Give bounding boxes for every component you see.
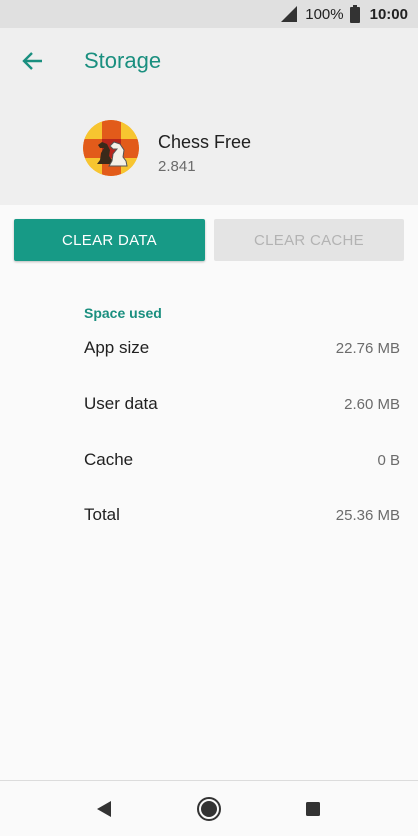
storage-screen: 100% 10:00 Storage Chess Free 2.841 CLEA…: [0, 0, 418, 836]
row-label: Cache: [84, 450, 134, 469]
row-value: 22.76 MB: [335, 339, 400, 357]
page-title: Storage: [84, 48, 162, 73]
home-circle-icon: [197, 797, 221, 821]
battery-percent: 100%: [305, 5, 344, 23]
signal-icon: [281, 6, 298, 22]
recents-square-icon: [306, 802, 320, 816]
storage-row-total: Total 25.36 MB: [84, 500, 400, 530]
space-used-label: Space used: [84, 305, 162, 321]
clear-cache-button[interactable]: CLEAR CACHE: [214, 219, 404, 261]
app-version: 2.841: [158, 158, 196, 175]
back-triangle-icon: [97, 801, 111, 817]
row-label: App size: [84, 338, 150, 357]
clear-data-button[interactable]: CLEAR DATA: [14, 219, 205, 261]
nav-back-button[interactable]: [90, 795, 118, 823]
storage-row-app-size: App size 22.76 MB: [84, 333, 400, 363]
storage-row-cache: Cache 0 B: [84, 445, 400, 475]
row-value: 2.60 MB: [344, 395, 400, 413]
battery-icon: [349, 5, 360, 23]
app-header: Storage Chess Free 2.841: [0, 28, 418, 205]
navigation-bar: [0, 780, 418, 836]
arrow-left-icon: [22, 52, 42, 70]
row-value: 0 B: [377, 451, 400, 469]
row-value: 25.36 MB: [335, 506, 400, 524]
row-label: Total: [84, 505, 120, 524]
chess-knight-icon: [83, 120, 139, 176]
storage-row-user-data: User data 2.60 MB: [84, 389, 400, 419]
nav-home-button[interactable]: [195, 795, 223, 823]
row-label: User data: [84, 394, 158, 413]
app-name: Chess Free: [158, 132, 252, 152]
back-button[interactable]: [14, 46, 50, 76]
status-bar: 100% 10:00: [0, 0, 418, 28]
clock: 10:00: [369, 5, 408, 23]
nav-recents-button[interactable]: [299, 795, 327, 823]
